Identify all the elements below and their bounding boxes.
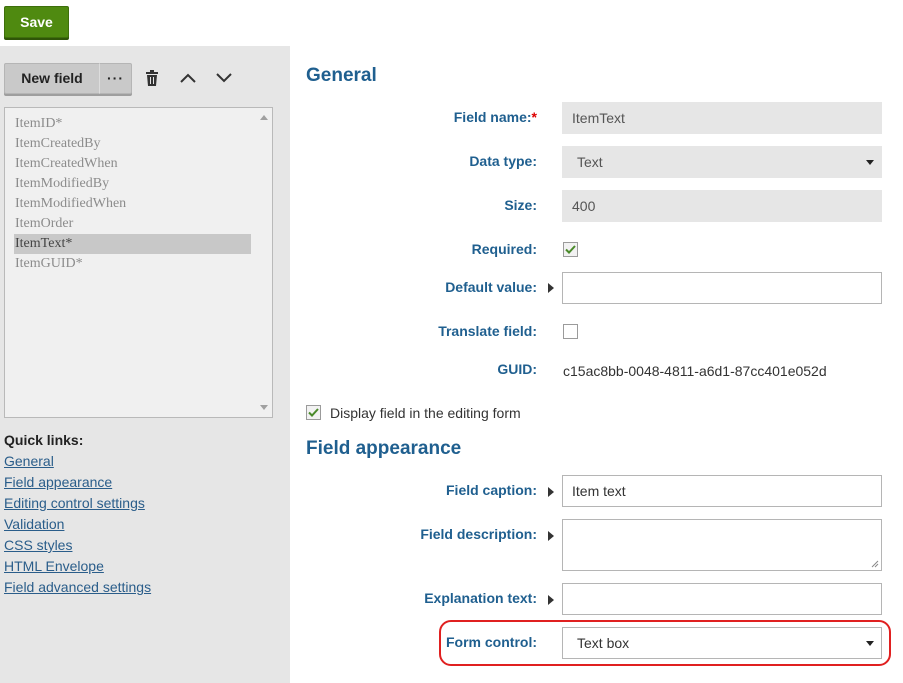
- field-caption-label: Field caption:: [446, 482, 537, 498]
- expand-arrow-icon[interactable]: [548, 595, 554, 605]
- scroll-down-arrow-icon[interactable]: [260, 405, 268, 410]
- guid-label: GUID:: [497, 361, 537, 377]
- dropdown-caret-icon: [866, 159, 874, 165]
- field-list-item[interactable]: ItemCreatedBy: [5, 134, 251, 154]
- field-list-item[interactable]: ItemModifiedWhen: [5, 194, 251, 214]
- field-caption-input[interactable]: Item text: [562, 475, 882, 507]
- quick-link-field-advanced-settings[interactable]: Field advanced settings: [4, 577, 151, 598]
- field-list-item[interactable]: ItemID*: [5, 114, 251, 134]
- display-field-label[interactable]: Display field in the editing form: [330, 405, 521, 421]
- data-type-select[interactable]: Text: [562, 146, 882, 178]
- general-section-title: General: [306, 65, 377, 86]
- size-value: 400: [572, 198, 596, 214]
- guid-value: c15ac8bb-0048-4811-a6d1-87cc401e052d: [563, 363, 827, 379]
- field-description-textarea[interactable]: [562, 519, 882, 571]
- field-name-label: Field name:*: [454, 109, 537, 125]
- field-list-item[interactable]: ItemText*: [14, 234, 251, 254]
- expand-arrow-icon[interactable]: [548, 531, 554, 541]
- quick-links-title: Quick links:: [4, 432, 84, 448]
- resize-grip-icon[interactable]: [871, 560, 879, 568]
- scroll-up-arrow-icon[interactable]: [260, 115, 268, 120]
- explanation-text-label: Explanation text:: [424, 590, 537, 606]
- default-value-input[interactable]: [562, 272, 882, 304]
- explanation-text-input[interactable]: [562, 583, 882, 615]
- required-asterisk: *: [531, 109, 537, 125]
- more-options-button[interactable]: ···: [99, 62, 132, 94]
- expand-arrow-icon[interactable]: [548, 487, 554, 497]
- checkmark-icon: [308, 408, 319, 417]
- chevron-down-icon[interactable]: [208, 63, 240, 94]
- field-list-scrollbar[interactable]: [255, 108, 272, 417]
- field-name-value: ItemText: [572, 110, 625, 126]
- translate-field-checkbox[interactable]: [563, 324, 578, 339]
- quick-links: Quick links: General Field appearance Ed…: [4, 432, 151, 598]
- field-caption-value: Item text: [572, 483, 626, 499]
- field-list-item[interactable]: ItemOrder: [5, 214, 251, 234]
- field-list-item[interactable]: ItemModifiedBy: [5, 174, 251, 194]
- field-name-label-text: Field name:: [453, 109, 532, 125]
- size-label: Size:: [504, 197, 537, 213]
- size-input[interactable]: 400: [562, 190, 882, 222]
- field-list-item[interactable]: ItemCreatedWhen: [5, 154, 251, 174]
- chevron-up-icon[interactable]: [172, 63, 204, 94]
- field-toolbar: New field ···: [4, 62, 240, 94]
- form-control-highlight: [439, 620, 891, 666]
- expand-arrow-icon[interactable]: [548, 283, 554, 293]
- field-name-input[interactable]: ItemText: [562, 102, 882, 134]
- display-field-checkbox[interactable]: [306, 405, 321, 420]
- field-list[interactable]: ItemID* ItemCreatedBy ItemCreatedWhen ItemM…: [4, 107, 273, 418]
- default-value-label: Default value:: [445, 279, 537, 295]
- field-list-item[interactable]: ItemGUID*: [5, 254, 251, 274]
- quick-link-validation[interactable]: Validation: [4, 514, 151, 535]
- quick-link-html-envelope[interactable]: HTML Envelope: [4, 556, 151, 577]
- data-type-value: Text: [577, 154, 603, 170]
- save-button[interactable]: Save: [4, 6, 69, 38]
- field-description-label: Field description:: [420, 526, 537, 542]
- trash-icon[interactable]: [136, 63, 168, 94]
- data-type-label: Data type:: [469, 153, 537, 169]
- required-label: Required:: [471, 241, 537, 257]
- field-appearance-section-title: Field appearance: [306, 438, 462, 459]
- sidebar: New field ··· ItemID* ItemCreatedBy ItemCr…: [0, 46, 290, 683]
- checkmark-icon: [565, 245, 576, 254]
- field-list-items: ItemID* ItemCreatedBy ItemCreatedWhen ItemM…: [5, 108, 272, 274]
- quick-link-general[interactable]: General: [4, 451, 151, 472]
- quick-link-field-appearance[interactable]: Field appearance: [4, 472, 151, 493]
- required-checkbox[interactable]: [563, 242, 578, 257]
- quick-link-css-styles[interactable]: CSS styles: [4, 535, 151, 556]
- quick-link-editing-control-settings[interactable]: Editing control settings: [4, 493, 151, 514]
- new-field-button[interactable]: New field: [4, 62, 99, 94]
- translate-field-label: Translate field:: [438, 323, 537, 339]
